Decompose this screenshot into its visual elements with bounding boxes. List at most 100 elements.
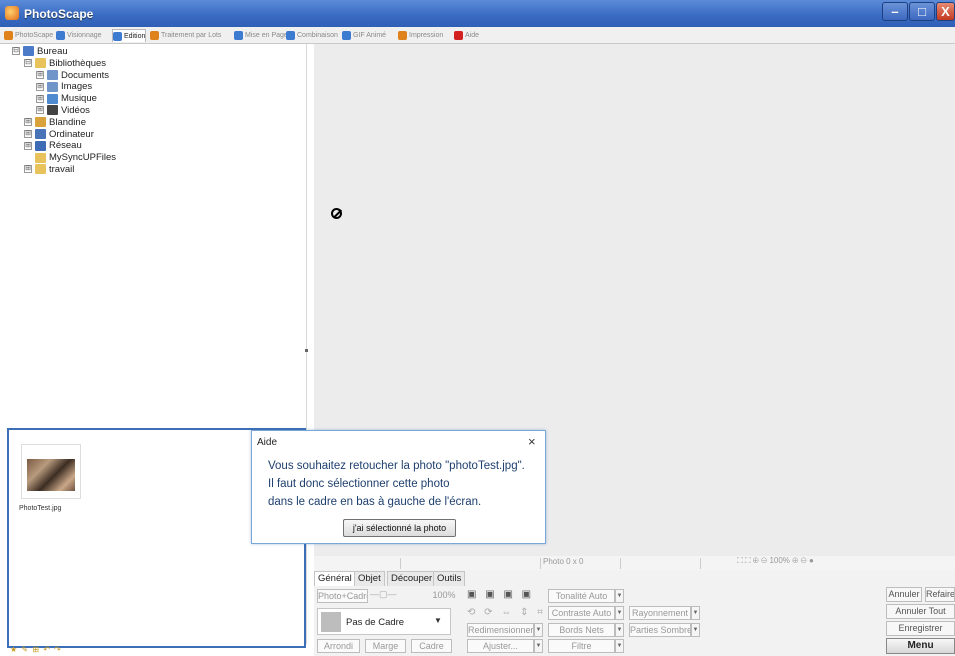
tree-item-label: Vidéos: [61, 105, 90, 116]
tab-photoscape[interactable]: PhotoScape: [4, 29, 53, 42]
tree-expander-icon[interactable]: ⊟: [12, 47, 20, 56]
tree-item[interactable]: ⊞ Réseau: [24, 140, 82, 152]
sharpen-button[interactable]: Bords Nets: [548, 623, 615, 637]
adjust-button[interactable]: Ajuster...: [467, 639, 534, 653]
tree-item[interactable]: ⊞ Vidéos: [36, 105, 90, 117]
dark-parts-dropdown[interactable]: ▼: [691, 623, 700, 637]
frame-select-label: Pas de Cadre: [346, 617, 405, 628]
photo-thumbnail[interactable]: [21, 444, 81, 499]
filter-dropdown[interactable]: ▼: [615, 639, 624, 653]
main-tab-bar: PhotoScape Visionnage Edition Traitement pa…: [0, 27, 955, 44]
tree-item[interactable]: ⊟ Bureau: [12, 46, 68, 58]
folder-tree: ⊟ Bureau ⊟ Bibliothèques ⊞ Documents ⊞ Images ⊞ M…: [12, 46, 302, 426]
photo-thumbnail-image: [27, 459, 75, 491]
help-dialog-title: Aide: [257, 437, 278, 448]
auto-tone-button[interactable]: Tonalité Auto: [548, 589, 615, 603]
tab-label: Aide: [465, 32, 480, 39]
tree-expander-icon[interactable]: ⊞: [36, 94, 44, 103]
frame-size-slider[interactable]: —▢—: [370, 589, 397, 600]
resize-button[interactable]: Redimensionner: [467, 623, 534, 637]
filter-button[interactable]: Filtre: [548, 639, 615, 653]
tree-item[interactable]: ⊞ travail: [24, 164, 74, 176]
menu-button[interactable]: Menu: [886, 638, 955, 654]
minimize-button[interactable]: –: [882, 2, 908, 21]
tab-decouper[interactable]: Découper: [387, 571, 437, 586]
auto-tone-dropdown[interactable]: ▼: [615, 589, 624, 603]
tree-item[interactable]: ⊞ Blandine: [24, 117, 86, 129]
tree-item[interactable]: ⊞ Documents: [36, 70, 109, 82]
tree-item[interactable]: ⊞ Images: [36, 81, 92, 93]
folder-icon: [35, 152, 46, 163]
tree-expander-icon[interactable]: ⊞: [36, 71, 44, 80]
tab-objet[interactable]: Objet: [354, 571, 385, 586]
redo-button[interactable]: Refaire: [925, 587, 955, 602]
tab-impression[interactable]: Impression: [398, 29, 443, 42]
tree-item[interactable]: ⊞ Musique: [36, 93, 97, 105]
frame-select[interactable]: Pas de Cadre ▼: [317, 608, 451, 635]
left-panel-divider: [306, 44, 307, 644]
folder-icon: [35, 129, 46, 140]
zoom-toolbar[interactable]: ⛶ ⛶ ⊕ ⊖ 100% ⊕ ⊖ ●: [737, 556, 814, 566]
tree-expander-icon[interactable]: ⊞: [24, 130, 32, 139]
tree-expander-icon[interactable]: ⊞: [36, 106, 44, 115]
adjust-dropdown[interactable]: ▼: [534, 639, 543, 653]
save-button[interactable]: Enregistrer: [886, 621, 955, 636]
tab-icon: [398, 31, 407, 40]
sharpen-dropdown[interactable]: ▼: [615, 623, 624, 637]
undo-all-button[interactable]: Annuler Tout: [886, 604, 955, 619]
folder-icon: [47, 70, 58, 81]
tab-icon: [342, 31, 351, 40]
radiance-button[interactable]: Rayonnement: [629, 606, 691, 620]
frame-button[interactable]: Cadre: [411, 639, 452, 653]
photo-frame-button[interactable]: Photo+Cadre: [317, 589, 368, 603]
tree-expander-icon[interactable]: ⊞: [24, 118, 32, 127]
tab-general[interactable]: Général: [314, 571, 356, 586]
tree-item[interactable]: ⊟ Bibliothèques: [24, 58, 106, 70]
maximize-button[interactable]: □: [909, 2, 935, 21]
undo-button[interactable]: Annuler: [886, 587, 922, 602]
tree-expander-icon[interactable]: ⊞: [24, 165, 32, 174]
tab-traitement-par-lots[interactable]: Traitement par Lots: [150, 29, 221, 42]
tree-expander-icon[interactable]: ⊞: [36, 82, 44, 91]
radiance-dropdown[interactable]: ▼: [691, 606, 700, 620]
tree-item[interactable]: ⊞ Ordinateur: [24, 129, 94, 141]
chevron-down-icon: ▼: [434, 616, 442, 625]
tab-label: Mise en Page: [245, 32, 288, 39]
tab-aide[interactable]: Aide: [454, 29, 479, 42]
folder-icon: [35, 58, 46, 69]
auto-contrast-dropdown[interactable]: ▼: [615, 606, 624, 620]
frame-swatch: [321, 612, 341, 632]
tab-icon: [234, 31, 243, 40]
help-dialog-close-icon[interactable]: ×: [528, 434, 536, 449]
tab-icon: [4, 31, 13, 40]
tree-item-label: Musique: [61, 93, 97, 105]
tab-visionnage[interactable]: Visionnage: [56, 29, 102, 42]
tab-label: Visionnage: [67, 32, 102, 39]
panel-splitter-handle[interactable]: [305, 349, 308, 352]
tab-edition[interactable]: Edition: [112, 29, 147, 42]
auto-contrast-button[interactable]: Contraste Auto: [548, 606, 615, 620]
tree-expander-icon[interactable]: ⊞: [24, 141, 32, 150]
margin-button[interactable]: Marge: [365, 639, 406, 653]
tab-outils[interactable]: Outils: [433, 571, 466, 586]
photo-selected-button[interactable]: j'ai sélectionné la photo: [343, 519, 456, 537]
thumbnail-toolbar-icons[interactable]: ★ ✎ ⊞ ↶ ↷: [10, 645, 62, 654]
tab-icon: [454, 31, 463, 40]
resize-dropdown[interactable]: ▼: [534, 623, 543, 637]
tab-combinaison[interactable]: Combinaison: [286, 29, 338, 42]
dark-parts-button[interactable]: Parties Sombres: [629, 623, 691, 637]
frame-style-icons[interactable]: ▣ ▣ ▣ ▣: [467, 589, 534, 600]
tree-item-label: Documents: [61, 69, 110, 81]
window-title: PhotoScape: [24, 7, 94, 21]
rounded-button[interactable]: Arrondi: [317, 639, 360, 653]
tree-item-label: MySyncUPFiles: [49, 152, 117, 164]
help-dialog-line: Il faut donc sélectionner cette photo: [268, 478, 450, 490]
tab-label: GIF Animé: [353, 32, 387, 39]
folder-icon: [47, 93, 58, 104]
tab-gif-anim-[interactable]: GIF Animé: [342, 29, 386, 42]
tab-mise-en-page[interactable]: Mise en Page: [234, 29, 288, 42]
tree-item[interactable]: MySyncUPFiles: [24, 152, 116, 164]
close-button[interactable]: X: [936, 2, 955, 21]
tree-expander-icon[interactable]: ⊟: [24, 59, 32, 68]
rotate-flip-icons[interactable]: ⟲ ⟳ ⇔ ⇕ ⌗: [467, 607, 546, 618]
